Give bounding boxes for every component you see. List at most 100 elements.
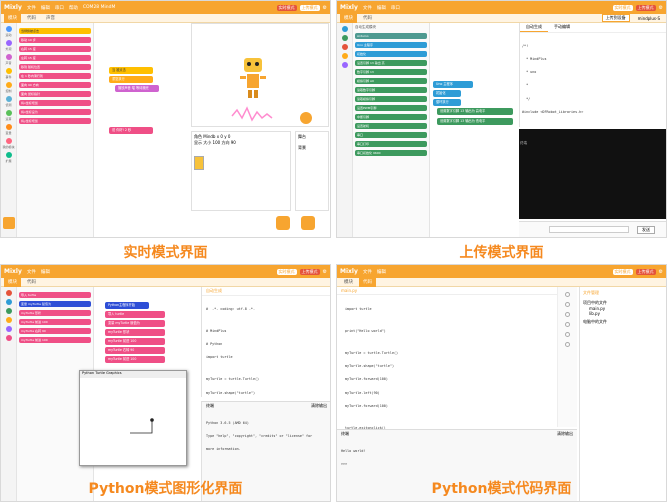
category-sound-dot[interactable] <box>6 54 12 60</box>
stage-area[interactable] <box>191 23 329 127</box>
workspace-block[interactable]: 变量 myTurtle 赋值为 <box>105 320 165 327</box>
palette-block[interactable]: myTurtle 前进 100 <box>19 337 91 343</box>
palette-block[interactable]: 中断引脚 <box>355 114 427 120</box>
workspace-block[interactable]: Uno 主程序 <box>433 81 473 88</box>
size-label[interactable]: 大小 100 <box>203 140 220 145</box>
category-extension-dot[interactable] <box>6 152 12 158</box>
realtime-mode-button[interactable]: 实时模式 <box>277 269 297 275</box>
menu-edit[interactable]: 编辑 <box>377 5 386 11</box>
file-item[interactable]: lib.py <box>589 311 664 316</box>
workspace-block[interactable]: 导入 turtle <box>105 311 165 318</box>
category-myblocks-dot[interactable] <box>6 138 12 144</box>
tab-blocks[interactable]: 模块 <box>4 14 21 23</box>
palette-block[interactable]: 当绿旗被点击 <box>19 28 91 34</box>
category-dot[interactable] <box>6 335 12 341</box>
workspace-block[interactable]: 播放声音 喵 等待播完 <box>115 85 159 92</box>
board-select[interactable]: mindplus-S <box>632 16 666 21</box>
category-events-dot[interactable] <box>6 68 12 74</box>
palette-block[interactable]: 串口 <box>355 132 427 138</box>
tab-auto-generate[interactable]: 自动生成 <box>520 23 548 32</box>
palette-block[interactable]: 读取模拟引脚 <box>355 96 427 102</box>
stop-icon[interactable] <box>565 302 570 307</box>
palette-block[interactable]: 设置舵机 <box>355 123 427 129</box>
search-icon[interactable] <box>565 322 570 327</box>
upload-mode-button[interactable]: 上传模式 <box>636 5 656 11</box>
realtime-mode-button[interactable]: 实时模式 <box>613 5 633 11</box>
send-button[interactable]: 发送 <box>637 226 655 234</box>
palette-block[interactable]: 数字引脚 13 <box>355 69 427 75</box>
settings-icon[interactable]: ⚙ <box>323 5 327 11</box>
undo-icon[interactable] <box>565 332 570 337</box>
realtime-mode-button[interactable]: 实时模式 <box>277 5 297 11</box>
sprite-name[interactable]: Mindb <box>203 134 215 139</box>
palette-block[interactable]: 右转 15 度 <box>19 46 91 52</box>
workspace-block[interactable]: 说 你好! 2 秒 <box>109 127 153 134</box>
workspace-block[interactable]: 初始化 <box>433 90 461 97</box>
menu-edit[interactable]: 编辑 <box>41 269 50 275</box>
category-looks-dot[interactable] <box>6 40 12 46</box>
category-dot[interactable] <box>342 53 348 59</box>
palette-block[interactable]: 串口打印 <box>355 141 427 147</box>
code-editor[interactable]: import turtle print("Hello world") myTur… <box>337 295 557 442</box>
sprite-thumbnail[interactable] <box>194 156 204 170</box>
tab-blocks[interactable]: 模块 <box>340 278 357 287</box>
clear-output-button[interactable]: 清除输出 <box>311 403 327 409</box>
tab-sound[interactable]: 声音 <box>42 14 59 23</box>
category-dot[interactable] <box>6 317 12 323</box>
menu-file[interactable]: 文件 <box>363 269 372 275</box>
workspace-block[interactable]: 当 被点击 <box>109 67 153 74</box>
category-dot[interactable] <box>6 326 12 332</box>
menu-file[interactable]: 文件 <box>27 5 36 11</box>
menu-serial[interactable]: 串口 <box>55 5 64 11</box>
category-dot[interactable] <box>342 44 348 50</box>
palette-block[interactable]: 移动 10 步 <box>19 37 91 43</box>
file-tab[interactable]: main.py <box>337 287 557 295</box>
run-icon[interactable] <box>565 292 570 297</box>
category-motion-dot[interactable] <box>6 26 12 32</box>
computer-files-folder[interactable]: 电脑中的文件 <box>583 319 664 325</box>
palette-block[interactable]: 左转 15 度 <box>19 55 91 61</box>
extension-button[interactable] <box>3 217 15 229</box>
palette-block[interactable]: myTurtle 右转 90 <box>19 328 91 334</box>
palette-block[interactable]: 移到 随机位置 <box>19 64 91 70</box>
upload-mode-button[interactable]: 上传模式 <box>300 5 320 11</box>
category-control-dot[interactable] <box>6 82 12 88</box>
add-sprite-button[interactable] <box>276 216 290 230</box>
category-dot[interactable] <box>6 290 12 296</box>
tab-code[interactable]: 代码 <box>23 278 40 287</box>
category-dot[interactable] <box>6 299 12 305</box>
palette-block[interactable]: 模拟引脚 A0 <box>355 78 427 84</box>
workspace-block[interactable]: myTurtle 前进 100 <box>105 338 165 345</box>
palette-block[interactable]: 面向 鼠标指针 <box>19 91 91 97</box>
upload-mode-button[interactable]: 上传模式 <box>636 269 656 275</box>
tab-manual-edit[interactable]: 手动编辑 <box>548 23 576 32</box>
category-sensing-dot[interactable] <box>6 96 12 102</box>
category-operators-dot[interactable] <box>6 110 12 116</box>
menu-help[interactable]: 帮助 <box>69 5 78 11</box>
palette-block[interactable]: 读取数字引脚 <box>355 87 427 93</box>
palette-block[interactable]: Uno 主程序 <box>355 42 427 48</box>
palette-block[interactable]: 将y坐标增加 <box>19 118 91 124</box>
device-port[interactable]: COM28 MindM <box>83 5 115 10</box>
palette-block[interactable]: 面向 90 方向 <box>19 82 91 88</box>
palette-block[interactable]: 变量 myTurtle 赋值为 <box>19 301 91 307</box>
palette-block[interactable]: myTurtle 前进 100 <box>19 319 91 325</box>
workspace-block[interactable]: Python主程序开始 <box>105 302 149 309</box>
serial-input[interactable] <box>549 226 629 233</box>
category-dot[interactable] <box>342 62 348 68</box>
workspace-block[interactable]: 设置数字引脚 13 输出为 低电平 <box>437 118 513 125</box>
add-backdrop-button[interactable] <box>301 216 315 230</box>
upload-mode-button[interactable]: 上传模式 <box>300 269 320 275</box>
palette-block[interactable]: 串口初始化 9600 <box>355 150 427 156</box>
sprite-y[interactable]: y 0 <box>224 134 230 139</box>
tab-code[interactable]: 代码 <box>23 14 40 23</box>
palette-block[interactable]: 导入 turtle <box>19 292 91 298</box>
menu-edit[interactable]: 编辑 <box>377 269 386 275</box>
turtle-graphics-window[interactable]: Python Turtle Graphics <box>79 370 187 466</box>
save-icon[interactable] <box>565 312 570 317</box>
workspace-block[interactable]: myTurtle 前进 100 <box>105 356 165 363</box>
menu-file[interactable]: 文件 <box>27 269 36 275</box>
direction-label[interactable]: 方向 90 <box>221 140 235 145</box>
palette-block[interactable]: 将x坐标设为 <box>19 109 91 115</box>
clear-output-button[interactable]: 清除输出 <box>557 431 573 437</box>
